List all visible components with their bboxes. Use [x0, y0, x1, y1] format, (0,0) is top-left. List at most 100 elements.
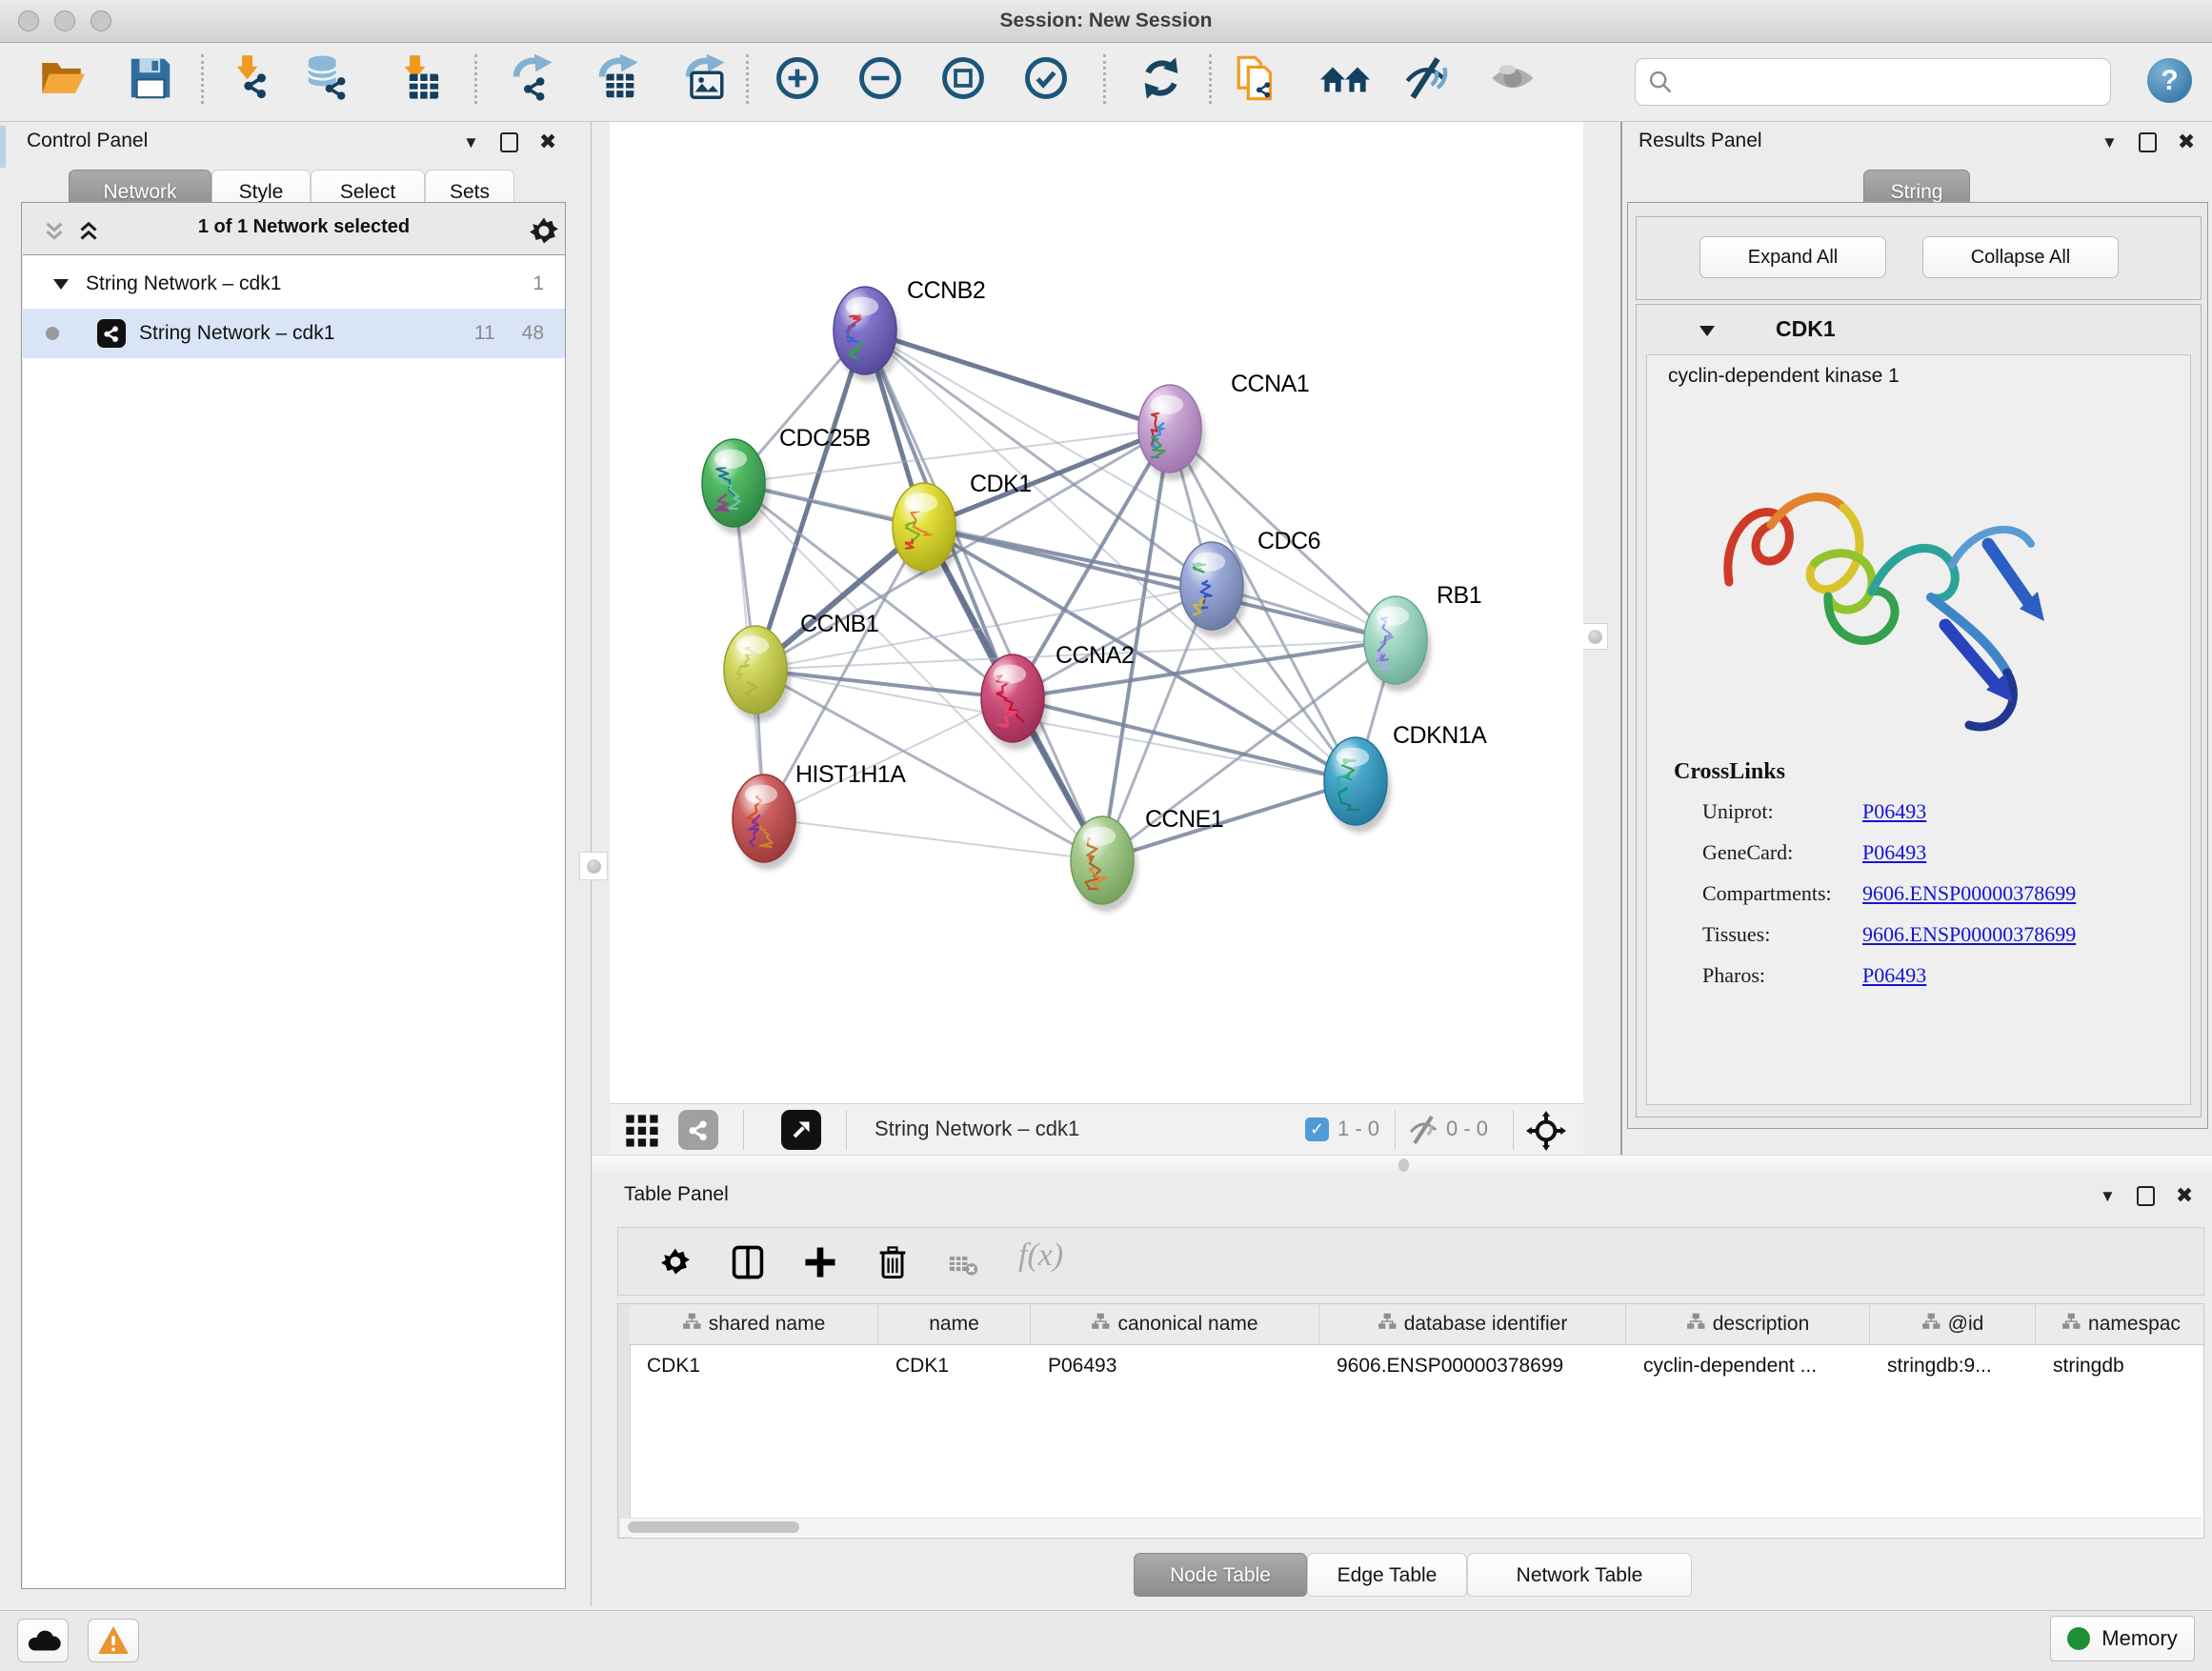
network-edge[interactable] [1102, 781, 1356, 860]
table-panel-close-icon[interactable]: ✖ [2176, 1185, 2193, 1206]
zoom-fit-icon[interactable] [936, 50, 990, 107]
hide-panel-icon[interactable] [1401, 50, 1455, 107]
network-node[interactable] [724, 626, 791, 721]
network-share-view-icon[interactable] [678, 1110, 718, 1150]
right-panel-divider[interactable] [1620, 122, 1622, 1155]
network-row-selected[interactable]: String Network – cdk1 11 48 [23, 309, 565, 358]
column-header-namespac[interactable]: namespac [2036, 1304, 2204, 1344]
right-divider-handle[interactable] [1581, 623, 1608, 650]
cloud-status-button[interactable] [17, 1619, 69, 1662]
crosslink-value-link[interactable]: 9606.ENSP00000378699 [1862, 881, 2076, 906]
horizontal-splitter[interactable] [593, 1155, 2212, 1176]
control-panel-float-icon[interactable] [500, 132, 518, 152]
crosslink-value-link[interactable]: P06493 [1862, 963, 1926, 988]
export-table-icon[interactable] [591, 50, 644, 107]
network-node[interactable] [1364, 596, 1431, 692]
network-edge[interactable] [764, 818, 1102, 860]
warning-status-button[interactable] [88, 1619, 139, 1662]
open-in-window-icon[interactable] [781, 1110, 821, 1150]
search-field[interactable] [1635, 58, 2111, 106]
import-network-file-icon[interactable] [222, 50, 275, 107]
results-panel-float-icon[interactable] [2139, 132, 2157, 152]
column-header--id[interactable]: @id [1870, 1304, 2036, 1344]
results-panel-close-icon[interactable]: ✖ [2178, 131, 2195, 152]
network-collection-row[interactable]: String Network – cdk1 1 [23, 259, 565, 309]
open-session-icon[interactable] [36, 50, 90, 107]
column-header-database-identifier[interactable]: database identifier [1319, 1304, 1626, 1344]
expand-all-button[interactable]: Expand All [1699, 236, 1886, 278]
collection-expander-icon[interactable] [53, 279, 69, 290]
refresh-icon[interactable] [1135, 50, 1188, 107]
table-cell[interactable]: CDK1 [630, 1345, 878, 1387]
table-panel-menu-icon[interactable]: ▼ [2100, 1188, 2116, 1204]
application-window: Session: New Session ? Control Panel ▼ ✖… [0, 0, 2212, 1671]
collapse-all-networks-icon[interactable] [43, 220, 66, 248]
tab-edge-table[interactable]: Edge Table [1307, 1553, 1467, 1597]
results-panel-menu-icon[interactable]: ▼ [2101, 134, 2118, 151]
entry-expander-icon[interactable] [1699, 326, 1715, 336]
table-cell[interactable]: CDK1 [878, 1345, 1031, 1387]
export-image-icon[interactable] [677, 50, 731, 107]
function-builder-icon[interactable]: f(x) [1018, 1238, 1063, 1274]
table-horizontal-scrollbar[interactable] [620, 1518, 2202, 1537]
clone-network-icon[interactable] [1230, 50, 1283, 107]
zoom-selected-icon[interactable] [1019, 50, 1073, 107]
table-cell[interactable]: 9606.ENSP00000378699 [1319, 1345, 1626, 1387]
crosslink-value-link[interactable]: P06493 [1862, 840, 1926, 865]
hidden-eye-slash-icon[interactable] [1408, 1113, 1442, 1152]
grid-view-icon[interactable] [623, 1112, 661, 1155]
delete-table-icon[interactable] [948, 1249, 978, 1284]
delete-column-trash-icon[interactable] [874, 1243, 912, 1286]
network-node[interactable] [981, 654, 1048, 750]
help-button[interactable]: ? [2147, 58, 2192, 103]
control-panel-close-icon[interactable]: ✖ [539, 131, 556, 152]
network-edge[interactable] [764, 698, 1013, 818]
network-edge[interactable] [865, 331, 1396, 640]
show-eye-icon[interactable] [1486, 50, 1539, 107]
tab-network-table[interactable]: Network Table [1467, 1553, 1692, 1597]
add-column-icon[interactable] [801, 1243, 839, 1286]
zoom-out-icon[interactable] [854, 50, 907, 107]
collapse-all-button[interactable]: Collapse All [1922, 236, 2119, 278]
column-header-name[interactable]: name [878, 1304, 1031, 1344]
network-node[interactable] [1071, 816, 1137, 912]
hierarchy-icon [1377, 1312, 1397, 1337]
network-node[interactable] [733, 775, 799, 870]
select-columns-icon[interactable] [729, 1243, 767, 1286]
scrollbar-thumb[interactable] [628, 1521, 799, 1533]
string-home-icon[interactable] [1318, 50, 1372, 107]
node-label: CCNB1 [800, 611, 878, 637]
zoom-in-icon[interactable] [771, 50, 824, 107]
network-canvas[interactable]: CCNB2CCNA1CDC25BCDK1CDC6RB1CCNB1CCNA2CDK… [610, 122, 1583, 1103]
network-edge[interactable] [865, 331, 1170, 429]
save-session-icon[interactable] [124, 50, 177, 107]
table-row[interactable]: CDK1CDK1P064939606.ENSP00000378699cyclin… [630, 1345, 2204, 1387]
crosslink-value-link[interactable]: 9606.ENSP00000378699 [1862, 922, 2076, 947]
column-header-canonical-name[interactable]: canonical name [1031, 1304, 1319, 1344]
export-network-icon[interactable] [505, 50, 558, 107]
table-settings-gear-icon[interactable] [656, 1243, 694, 1286]
network-options-gear-icon[interactable] [525, 212, 563, 255]
table-cell[interactable]: stringdb [2036, 1345, 2204, 1387]
table-cell[interactable]: cyclin-dependent ... [1626, 1345, 1870, 1387]
network-node[interactable] [1324, 737, 1391, 833]
table-cell[interactable]: P06493 [1031, 1345, 1319, 1387]
expand-all-networks-icon[interactable] [77, 220, 100, 248]
table-cell[interactable]: stringdb:9... [1870, 1345, 2036, 1387]
left-divider-handle[interactable] [579, 852, 608, 880]
column-header-description[interactable]: description [1626, 1304, 1870, 1344]
table-panel-float-icon[interactable] [2137, 1186, 2155, 1206]
column-header-shared-name[interactable]: shared name [630, 1304, 878, 1344]
crosslink-value-link[interactable]: P06493 [1862, 799, 1926, 824]
selected-checkbox-icon[interactable]: ✓ [1305, 1117, 1329, 1141]
search-input[interactable] [1679, 61, 2102, 103]
import-network-database-icon[interactable] [301, 50, 354, 107]
splitter-grip-icon [1398, 1158, 1409, 1172]
network-node[interactable] [834, 287, 900, 382]
control-panel-menu-icon[interactable]: ▼ [463, 134, 479, 151]
memory-button[interactable]: Memory [2050, 1616, 2195, 1661]
navigator-crosshair-icon[interactable] [1526, 1111, 1566, 1156]
cloud-icon [25, 1624, 61, 1657]
import-table-file-icon[interactable] [390, 50, 443, 107]
tab-node-table[interactable]: Node Table [1134, 1553, 1307, 1597]
